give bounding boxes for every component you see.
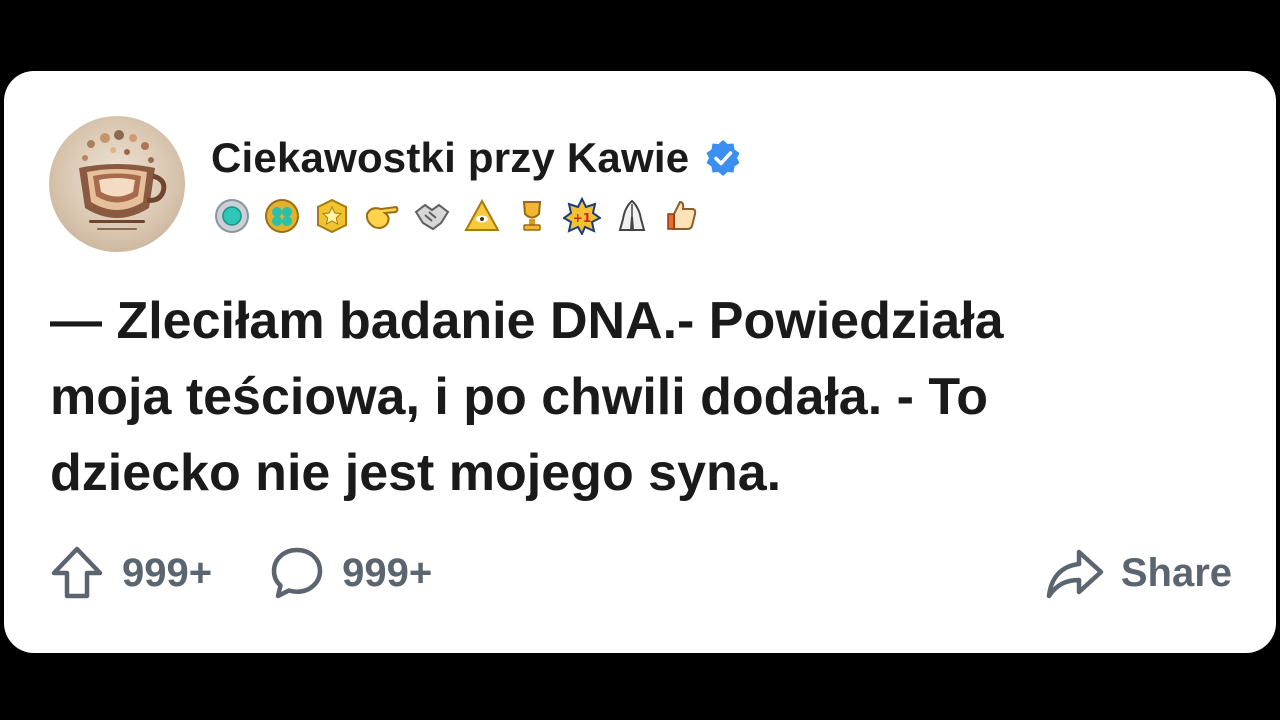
author-row: Ciekawostki przy Kawie bbox=[211, 133, 743, 183]
svg-text:+1: +1 bbox=[573, 211, 591, 225]
trophy-icon[interactable] bbox=[512, 196, 552, 236]
author-name[interactable]: Ciekawostki przy Kawie bbox=[211, 134, 689, 182]
thumbs-up-icon[interactable] bbox=[662, 196, 702, 236]
coffee-cup-icon bbox=[79, 130, 167, 230]
post-card: Ciekawostki przy Kawie +1 — Zleciłam bad… bbox=[4, 71, 1276, 653]
comment-bubble-icon bbox=[271, 547, 323, 599]
awards-row: +1 bbox=[212, 195, 702, 237]
praying-hands-icon[interactable] bbox=[612, 196, 652, 236]
upvote-button[interactable]: 999+ bbox=[48, 544, 212, 602]
pointing-hand-icon[interactable] bbox=[362, 196, 402, 236]
avatar[interactable] bbox=[49, 116, 185, 252]
silver-medal-icon[interactable] bbox=[212, 196, 252, 236]
gold-star-badge-icon[interactable] bbox=[312, 196, 352, 236]
upvote-count: 999+ bbox=[122, 550, 213, 595]
plus-one-badge-icon[interactable]: +1 bbox=[562, 196, 602, 236]
post-actions: 999+ 999+ Share bbox=[48, 543, 1232, 603]
verified-badge-icon bbox=[706, 140, 740, 176]
post-text: — Zleciłam badanie DNA.- Powiedziała moj… bbox=[50, 292, 1004, 502]
share-button[interactable]: Share bbox=[1045, 544, 1232, 602]
share-arrow-icon bbox=[1046, 549, 1104, 599]
pyramid-eye-icon[interactable] bbox=[462, 196, 502, 236]
handshake-icon[interactable] bbox=[412, 196, 452, 236]
share-label: Share bbox=[1120, 550, 1232, 595]
comment-count: 999+ bbox=[342, 550, 433, 595]
gold-clover-icon[interactable] bbox=[262, 196, 302, 236]
upvote-arrow-icon bbox=[51, 546, 103, 599]
comments-button[interactable]: 999+ bbox=[268, 544, 432, 602]
